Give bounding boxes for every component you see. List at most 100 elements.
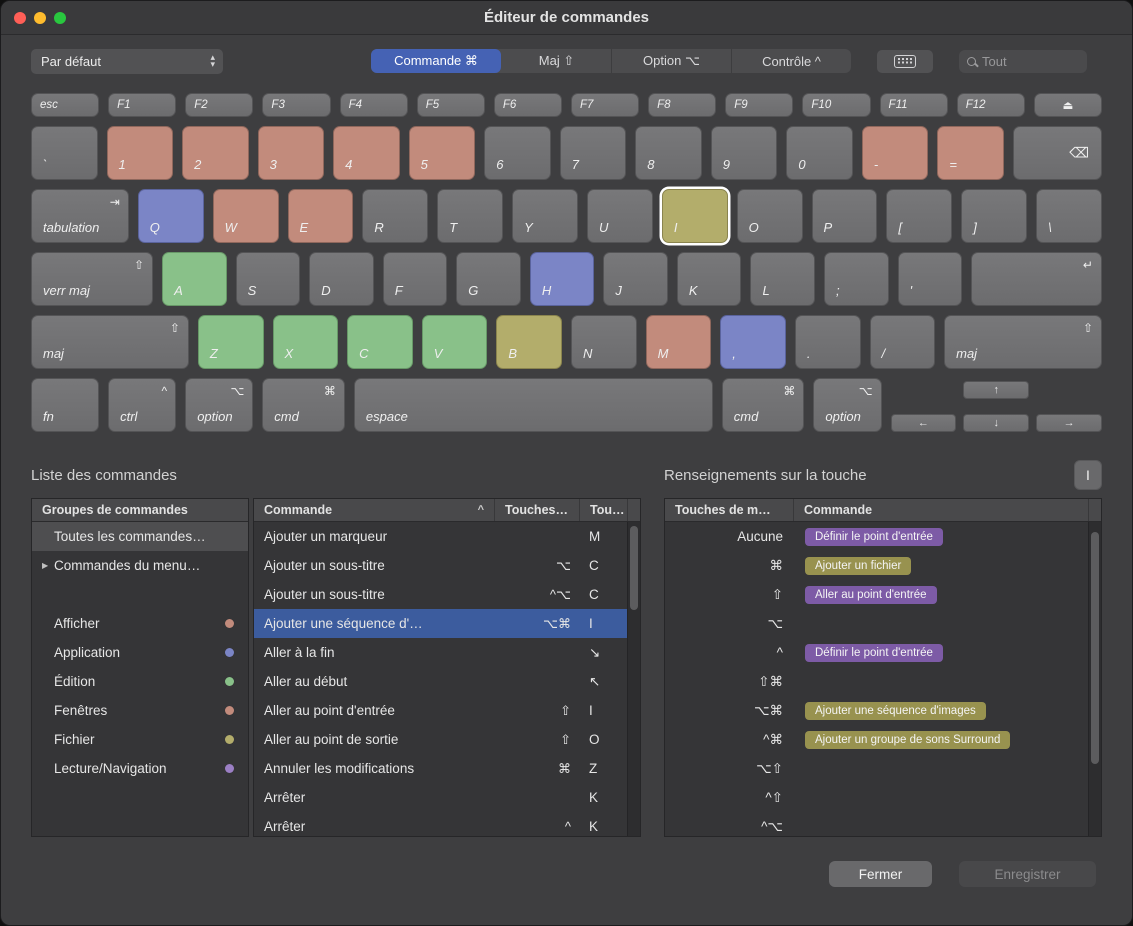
- disclosure-triangle-icon[interactable]: ▶: [42, 561, 48, 570]
- key-y[interactable]: Y: [512, 189, 578, 243]
- zoom-window-button[interactable]: [54, 12, 66, 24]
- key-period[interactable]: .: [795, 315, 861, 369]
- key-f12[interactable]: F12: [957, 93, 1025, 117]
- key-e[interactable]: E: [288, 189, 354, 243]
- key-comma[interactable]: ,: [720, 315, 786, 369]
- key-m[interactable]: M: [646, 315, 712, 369]
- command-row[interactable]: ArrêterK: [254, 783, 627, 812]
- key-q[interactable]: Q: [138, 189, 204, 243]
- key-fn[interactable]: fn: [31, 378, 99, 432]
- key-f8[interactable]: F8: [648, 93, 716, 117]
- group-row[interactable]: Lecture/Navigation: [32, 754, 248, 783]
- command-row[interactable]: Ajouter une séquence d'…⌥⌘I: [254, 609, 627, 638]
- close-window-button[interactable]: [14, 12, 26, 24]
- key-detail-row[interactable]: ⇧Aller au point d'entrée: [665, 580, 1088, 609]
- key-f11[interactable]: F11: [880, 93, 948, 117]
- command-row[interactable]: Arrêter^K: [254, 812, 627, 837]
- key-r[interactable]: R: [362, 189, 428, 243]
- search-field[interactable]: [959, 50, 1087, 73]
- key-backtick[interactable]: `: [31, 126, 98, 180]
- group-row[interactable]: Fichier: [32, 725, 248, 754]
- command-row[interactable]: Ajouter un marqueurM: [254, 522, 627, 551]
- key-o[interactable]: O: [737, 189, 803, 243]
- key-slash[interactable]: /: [870, 315, 936, 369]
- commands-header-key[interactable]: Tou…: [579, 499, 627, 521]
- key-equals[interactable]: =: [937, 126, 1004, 180]
- key-esc[interactable]: esc: [31, 93, 99, 117]
- key-cmd-left[interactable]: cmd⌘: [262, 378, 345, 432]
- group-row[interactable]: Toutes les commandes…: [32, 522, 248, 551]
- key-i[interactable]: I: [662, 189, 728, 243]
- key-z[interactable]: Z: [198, 315, 264, 369]
- group-row[interactable]: ▶Commandes du menu…: [32, 551, 248, 580]
- key-cmd-right[interactable]: cmd⌘: [722, 378, 805, 432]
- command-row[interactable]: Ajouter un sous-titre⌥C: [254, 551, 627, 580]
- key-detail-scrollbar-thumb[interactable]: [1091, 532, 1099, 764]
- save-button[interactable]: Enregistrer: [959, 861, 1096, 887]
- key-l[interactable]: L: [750, 252, 815, 306]
- segment-maj[interactable]: Maj ⇧: [501, 49, 611, 73]
- key-arrow-up[interactable]: ↑: [963, 381, 1029, 399]
- command-row[interactable]: Aller au point d'entrée⇧I: [254, 696, 627, 725]
- segment-commande[interactable]: Commande ⌘: [371, 49, 501, 73]
- key-3[interactable]: 3: [258, 126, 325, 180]
- key-shift-left[interactable]: maj⇧: [31, 315, 189, 369]
- key-k[interactable]: K: [677, 252, 742, 306]
- key-h[interactable]: H: [530, 252, 595, 306]
- key-detail-header-command[interactable]: Commande: [793, 499, 1088, 521]
- key-u[interactable]: U: [587, 189, 653, 243]
- keyboard-layout-button[interactable]: [877, 50, 933, 73]
- key-detail-row[interactable]: ⌥⇧: [665, 754, 1088, 783]
- key-f4[interactable]: F4: [340, 93, 408, 117]
- key-detail-row[interactable]: ^⇧: [665, 783, 1088, 812]
- key-eject[interactable]: ⏏: [1034, 93, 1102, 117]
- key-j[interactable]: J: [603, 252, 668, 306]
- command-row[interactable]: Annuler les modifications⌘Z: [254, 754, 627, 783]
- key-6[interactable]: 6: [484, 126, 551, 180]
- minimize-window-button[interactable]: [34, 12, 46, 24]
- key-f9[interactable]: F9: [725, 93, 793, 117]
- key-x[interactable]: X: [273, 315, 339, 369]
- key-detail-scrollbar[interactable]: [1088, 522, 1101, 836]
- key-option-left[interactable]: option⌥: [185, 378, 253, 432]
- key-quote[interactable]: ': [898, 252, 963, 306]
- key-5[interactable]: 5: [409, 126, 476, 180]
- commands-header-modifiers[interactable]: Touches…: [494, 499, 579, 521]
- key-1[interactable]: 1: [107, 126, 174, 180]
- key-detail-row[interactable]: ^⌘Ajouter un groupe de sons Surround: [665, 725, 1088, 754]
- key-option-right[interactable]: option⌥: [813, 378, 881, 432]
- key-9[interactable]: 9: [711, 126, 778, 180]
- key-g[interactable]: G: [456, 252, 521, 306]
- command-row[interactable]: Aller à la fin↘: [254, 638, 627, 667]
- key-v[interactable]: V: [422, 315, 488, 369]
- key-f[interactable]: F: [383, 252, 448, 306]
- key-t[interactable]: T: [437, 189, 503, 243]
- key-0[interactable]: 0: [786, 126, 853, 180]
- key-d[interactable]: D: [309, 252, 374, 306]
- key-minus[interactable]: -: [862, 126, 929, 180]
- key-ctrl[interactable]: ctrl^: [108, 378, 176, 432]
- key-c[interactable]: C: [347, 315, 413, 369]
- group-row[interactable]: Édition: [32, 667, 248, 696]
- key-s[interactable]: S: [236, 252, 301, 306]
- key-b[interactable]: B: [496, 315, 562, 369]
- key-4[interactable]: 4: [333, 126, 400, 180]
- key-detail-row[interactable]: ⌥: [665, 609, 1088, 638]
- key-arrow-down[interactable]: ↓: [963, 414, 1029, 432]
- key-f1[interactable]: F1: [108, 93, 176, 117]
- key-return[interactable]: ↵: [971, 252, 1102, 306]
- key-detail-row[interactable]: ⌥⌘Ajouter une séquence d'images: [665, 696, 1088, 725]
- commands-header-command[interactable]: Commande^: [254, 499, 494, 521]
- command-row[interactable]: Ajouter un sous-titre^⌥C: [254, 580, 627, 609]
- group-row[interactable]: Afficher: [32, 609, 248, 638]
- key-detail-header-modifiers[interactable]: Touches de m…: [665, 499, 793, 521]
- key-f5[interactable]: F5: [417, 93, 485, 117]
- key-a[interactable]: A: [162, 252, 227, 306]
- commands-scrollbar-thumb[interactable]: [630, 526, 638, 610]
- commands-scrollbar[interactable]: [627, 522, 640, 836]
- key-arrow-left[interactable]: ←: [891, 414, 957, 432]
- key-8[interactable]: 8: [635, 126, 702, 180]
- command-row[interactable]: Aller au point de sortie⇧O: [254, 725, 627, 754]
- key-bracket-right[interactable]: ]: [961, 189, 1027, 243]
- key-semicolon[interactable]: ;: [824, 252, 889, 306]
